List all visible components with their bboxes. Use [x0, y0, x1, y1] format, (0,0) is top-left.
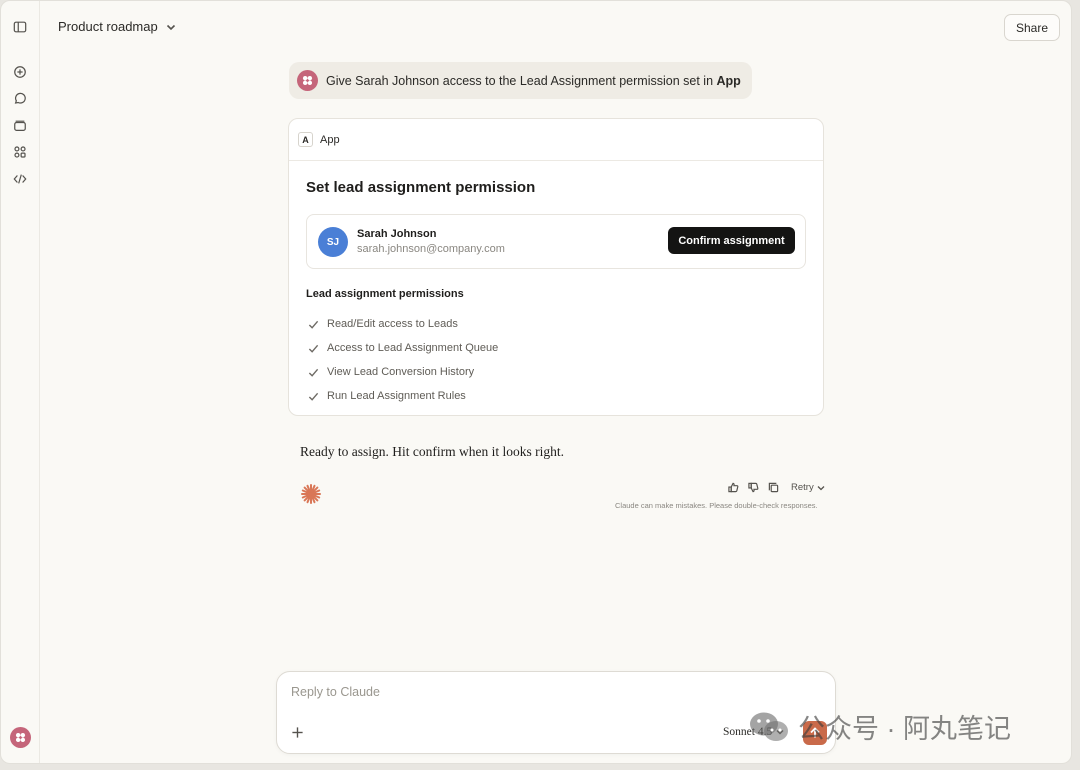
permission-label: View Lead Conversion History: [327, 366, 475, 378]
user-avatar: [297, 70, 318, 91]
app-card: A App Set lead assignment permission SJ …: [288, 118, 824, 416]
plus-icon: [292, 727, 303, 738]
assignee-name: Sarah Johnson: [357, 228, 437, 240]
new-chat-icon[interactable]: [12, 64, 28, 80]
add-attachment-button[interactable]: [291, 726, 305, 740]
projects-icon[interactable]: [12, 118, 28, 134]
permissions-list: Read/Edit access to Leads Access to Lead…: [308, 312, 498, 408]
reply-input[interactable]: [291, 685, 691, 699]
list-item: Read/Edit access to Leads: [308, 312, 498, 336]
retry-button[interactable]: Retry: [791, 482, 825, 493]
thumbs-up-icon[interactable]: [728, 482, 739, 493]
check-icon: [308, 392, 319, 401]
retry-label: Retry: [791, 482, 814, 493]
app-name: App: [320, 133, 340, 146]
document-title-dropdown[interactable]: Product roadmap: [58, 19, 176, 34]
check-icon: [308, 368, 319, 377]
assistant-reply: Ready to assign. Hit confirm when it loo…: [300, 444, 564, 459]
document-title: Product roadmap: [58, 19, 158, 34]
disclaimer-text: Claude can make mistakes. Please double-…: [615, 501, 818, 510]
thumbs-down-icon[interactable]: [748, 482, 759, 493]
app-window: Product roadmap Share Give Sarah Johnson…: [0, 0, 1072, 764]
check-icon: [308, 320, 319, 329]
artifacts-icon[interactable]: [12, 144, 28, 160]
list-item: Run Lead Assignment Rules: [308, 384, 498, 408]
permission-label: Read/Edit access to Leads: [327, 318, 458, 330]
app-card-header: A App: [289, 119, 823, 161]
sidebar-rail: [1, 1, 40, 763]
sidebar-toggle-icon[interactable]: [12, 19, 28, 35]
chevron-down-icon: [817, 485, 825, 490]
assignee-row: SJ Sarah Johnson sarah.johnson@company.c…: [306, 214, 806, 269]
app-icon: A: [298, 132, 313, 147]
account-avatar[interactable]: [10, 727, 31, 748]
watermark: 公众号 · 阿丸笔记: [748, 707, 1011, 746]
code-icon[interactable]: [12, 171, 28, 187]
wechat-icon: [750, 712, 788, 741]
flower-icon: [302, 75, 313, 86]
list-item: Access to Lead Assignment Queue: [308, 336, 498, 360]
chevron-down-icon: [166, 24, 175, 30]
user-message: Give Sarah Johnson access to the Lead As…: [289, 62, 752, 99]
watermark-text: 公众号 · 阿丸笔记: [798, 714, 1011, 744]
confirm-assignment-button[interactable]: Confirm assignment: [668, 227, 795, 254]
message-actions: Retry: [728, 482, 825, 493]
check-icon: [308, 344, 319, 353]
claude-logo-icon: [301, 484, 321, 504]
assignee-email: sarah.johnson@company.com: [357, 243, 505, 255]
card-title: Set lead assignment permission: [306, 179, 536, 196]
permission-label: Access to Lead Assignment Queue: [327, 342, 499, 354]
share-button[interactable]: Share: [1004, 14, 1060, 41]
assignee-avatar: SJ: [318, 227, 348, 257]
user-message-text: Give Sarah Johnson access to the Lead As…: [326, 73, 741, 88]
copy-icon[interactable]: [768, 482, 779, 493]
flower-icon: [15, 732, 26, 743]
permission-label: Run Lead Assignment Rules: [327, 390, 466, 402]
chats-icon[interactable]: [12, 91, 28, 107]
list-item: View Lead Conversion History: [308, 360, 498, 384]
permissions-heading: Lead assignment permissions: [306, 288, 464, 300]
